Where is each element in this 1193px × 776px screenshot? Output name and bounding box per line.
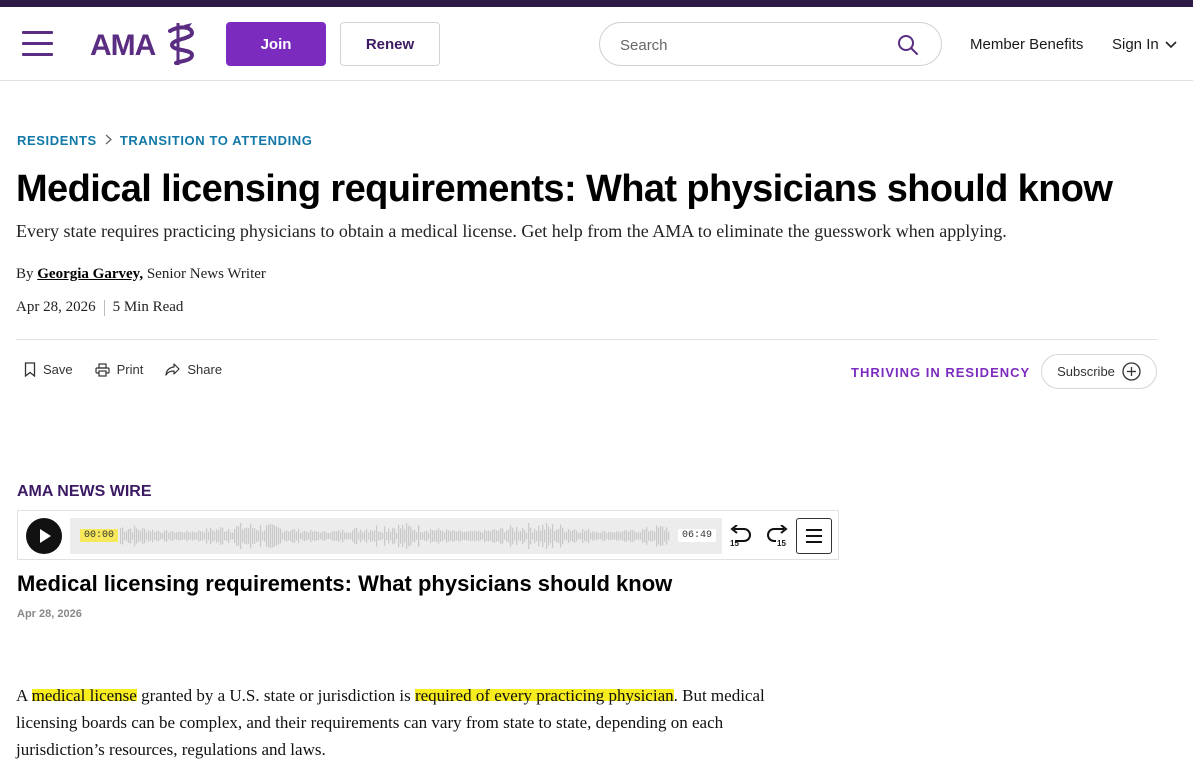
highlight-medical-license[interactable]: medical license	[31, 686, 137, 705]
play-button[interactable]	[26, 518, 62, 554]
skip-back-seconds: 15	[730, 539, 739, 547]
site-header: AMA Join Renew Member Benefits Sign In	[0, 7, 1193, 81]
chevron-down-icon	[1165, 40, 1177, 48]
list-icon	[806, 529, 822, 543]
author-role: Senior News Writer	[146, 266, 266, 282]
section-divider	[16, 339, 1158, 340]
share-icon	[165, 363, 180, 376]
breadcrumb-item-residents[interactable]: RESIDENTS	[17, 133, 97, 148]
waveform-graphic	[120, 522, 670, 550]
page-title: Medical licensing requirements: What phy…	[16, 168, 1113, 210]
share-label: Share	[187, 362, 223, 377]
total-time: 06:49	[677, 529, 716, 542]
meta-divider	[103, 299, 105, 316]
ama-logo[interactable]: AMA	[90, 19, 202, 69]
article-actions: Save Print Share	[24, 362, 222, 377]
search-icon[interactable]	[897, 34, 919, 56]
paragraph-text-a: A	[16, 686, 32, 705]
news-wire-label: AMA NEWS WIRE	[17, 483, 152, 500]
member-benefits-link[interactable]: Member Benefits	[970, 36, 1083, 53]
current-time: 00:00	[80, 529, 119, 542]
read-time: 5 Min Read	[112, 299, 184, 315]
plus-circle-icon	[1122, 362, 1141, 381]
author-link[interactable]: Georgia Garvey,	[37, 266, 143, 282]
publish-date: Apr 28, 2026	[16, 299, 96, 315]
chevron-right-icon	[105, 133, 112, 148]
audio-waveform[interactable]: 00:00 06:49	[70, 518, 722, 554]
join-button[interactable]: Join	[226, 22, 326, 66]
search-input[interactable]	[620, 33, 880, 57]
renew-button[interactable]: Renew	[340, 22, 440, 66]
share-button[interactable]: Share	[165, 362, 222, 377]
save-label: Save	[43, 362, 73, 377]
search-box	[599, 22, 942, 66]
printer-icon	[95, 362, 110, 377]
save-button[interactable]: Save	[24, 362, 73, 377]
audio-player: 00:00 06:49 15 15	[17, 510, 839, 560]
menu-icon[interactable]	[22, 29, 54, 59]
series-link-thriving-in-residency[interactable]: THRIVING IN RESIDENCY	[851, 365, 1030, 380]
bookmark-icon	[24, 362, 36, 377]
article-subtitle: Every state requires practicing physicia…	[16, 221, 1007, 241]
breadcrumb-item-transition[interactable]: TRANSITION TO ATTENDING	[120, 133, 313, 148]
paragraph-text-b: granted by a U.S. state or jurisdiction …	[136, 686, 415, 705]
skip-back-button[interactable]: 15	[728, 524, 752, 552]
byline-by: By	[16, 266, 34, 282]
print-label: Print	[116, 362, 144, 377]
playlist-menu-button[interactable]	[796, 518, 832, 554]
player-episode-title: Medical licensing requirements: What phy…	[17, 571, 673, 596]
sign-in-label: Sign In	[1112, 36, 1159, 53]
skip-forward-button[interactable]: 15	[766, 524, 790, 552]
logo-text: AMA	[90, 29, 156, 62]
byline: By Georgia Garvey, Senior News Writer	[16, 266, 266, 283]
breadcrumb: RESIDENTS TRANSITION TO ATTENDING	[17, 133, 312, 148]
highlight-required-physician[interactable]: required of every practicing physician	[414, 686, 674, 705]
sign-in-link[interactable]: Sign In	[1112, 36, 1177, 53]
subscribe-button[interactable]: Subscribe	[1041, 354, 1157, 389]
print-button[interactable]: Print	[95, 362, 144, 377]
skip-back-icon: 15	[730, 524, 751, 548]
caduceus-icon	[168, 23, 195, 65]
skip-forward-seconds: 15	[777, 539, 786, 547]
top-accent-bar	[0, 0, 1193, 7]
article-paragraph: A medical license granted by a U.S. stat…	[16, 682, 806, 763]
subscribe-label: Subscribe	[1057, 364, 1115, 379]
article-meta: Apr 28, 2026 5 Min Read	[16, 299, 183, 316]
player-episode-date: Apr 28, 2026	[17, 608, 82, 620]
skip-forward-icon: 15	[767, 524, 788, 548]
play-icon	[40, 529, 51, 543]
